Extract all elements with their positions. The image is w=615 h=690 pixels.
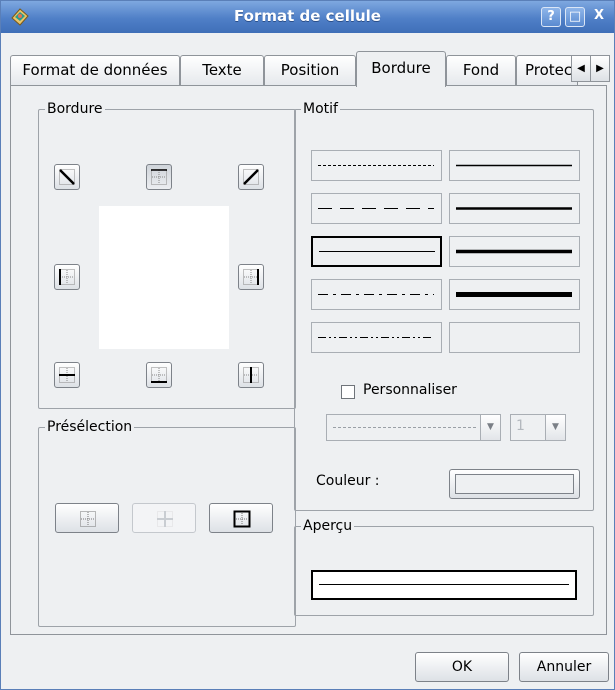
line-style-preview: [319, 251, 435, 252]
border-preview: [311, 570, 577, 600]
tab-scroll-arrows: ◀ ▶: [571, 55, 611, 82]
ok-button[interactable]: OK: [415, 652, 509, 682]
top-border-button[interactable]: [146, 164, 172, 190]
cancel-button-label: Annuler: [536, 659, 592, 675]
color-picker-button[interactable]: [449, 469, 580, 499]
top-border-icon: [151, 169, 167, 185]
tab-position[interactable]: Position: [264, 55, 356, 86]
preset-inner-button[interactable]: [132, 503, 196, 533]
vertical-inner-border-button[interactable]: [238, 362, 264, 388]
border-preview-area[interactable]: [99, 206, 229, 349]
left-border-icon: [59, 269, 75, 285]
bordure-panel: Bordure Présélection Motif Personnaliser…: [10, 85, 607, 635]
right-border-button[interactable]: [238, 264, 264, 290]
line-style-solid-1[interactable]: [449, 150, 580, 181]
custom-line-style-preview: [333, 427, 477, 428]
outline-border-icon: [233, 510, 251, 528]
title-bar[interactable]: Format de cellule ? □ X: [1, 1, 614, 33]
bottom-border-button[interactable]: [146, 362, 172, 388]
maximize-button[interactable]: □: [565, 7, 585, 27]
vertical-inner-border-icon: [243, 367, 259, 383]
line-style-empty[interactable]: [449, 322, 580, 353]
custom-line-style-combo[interactable]: ▼: [326, 414, 501, 441]
right-border-icon: [243, 269, 259, 285]
window-title: Format de cellule: [234, 7, 381, 25]
tab-label: Bordure: [371, 59, 431, 77]
line-style-solid-3[interactable]: [449, 236, 580, 267]
diagonal-up-border-button[interactable]: [238, 164, 264, 190]
close-button[interactable]: X: [589, 7, 609, 27]
tab-label: Fond: [462, 61, 500, 79]
line-style-dash-dot[interactable]: [311, 279, 442, 310]
horizontal-inner-border-button[interactable]: [54, 362, 80, 388]
left-border-button[interactable]: [54, 264, 80, 290]
color-swatch: [455, 474, 574, 494]
preset-group: Présélection: [38, 418, 296, 627]
line-style-solid-4[interactable]: [449, 279, 580, 310]
inner-border-icon: [157, 511, 173, 527]
preview-group-label: Aperçu: [301, 517, 355, 535]
custom-line-width-combo[interactable]: 1 ▼: [510, 414, 566, 441]
tab-texte[interactable]: Texte: [180, 55, 264, 86]
horizontal-inner-border-icon: [59, 367, 75, 383]
format-cell-dialog: Format de cellule ? □ X Format de donnée…: [0, 0, 615, 690]
tab-bordure[interactable]: Bordure: [356, 51, 446, 87]
customize-checkbox[interactable]: [341, 385, 355, 399]
chevron-down-icon[interactable]: ▼: [480, 415, 500, 440]
help-button[interactable]: ?: [541, 7, 561, 27]
bottom-border-icon: [151, 367, 167, 383]
tab-format-donnees[interactable]: Format de données: [10, 55, 180, 86]
tab-label: Format de données: [22, 61, 168, 79]
line-style-preview: [318, 208, 434, 209]
preset-none-button[interactable]: [55, 503, 119, 533]
cancel-button[interactable]: Annuler: [519, 652, 609, 682]
line-style-solid-2[interactable]: [449, 193, 580, 224]
diagonal-up-icon: [243, 169, 259, 185]
diagonal-down-icon: [59, 169, 75, 185]
custom-line-width-value: 1: [516, 418, 525, 434]
tab-protection[interactable]: Protec: [516, 55, 578, 86]
diagonal-down-border-button[interactable]: [54, 164, 80, 190]
line-style-dashed[interactable]: [311, 193, 442, 224]
preset-outline-button[interactable]: [209, 503, 273, 533]
line-style-preview: [318, 337, 434, 338]
line-style-preview: [456, 164, 572, 167]
tab-scroll-right-icon[interactable]: ▶: [590, 55, 610, 82]
preview-group: Aperçu: [294, 517, 594, 616]
line-style-preview: [456, 249, 572, 254]
line-style-preview: [456, 207, 572, 210]
pattern-group-label: Motif: [301, 100, 340, 118]
chevron-down-icon[interactable]: ▼: [545, 415, 565, 440]
line-style-dash-dot-dot[interactable]: [311, 322, 442, 353]
tab-scroll-left-icon[interactable]: ◀: [571, 55, 591, 82]
line-style-dotted-fine[interactable]: [311, 150, 442, 181]
border-preview-line: [319, 584, 569, 585]
tab-label: Position: [280, 61, 340, 79]
customize-label: Personnaliser: [363, 382, 457, 398]
no-border-icon: [80, 511, 96, 527]
tab-fond[interactable]: Fond: [446, 55, 516, 86]
line-style-solid-thin[interactable]: [311, 236, 442, 267]
tab-label: Texte: [202, 61, 242, 79]
line-style-preview: [456, 292, 572, 297]
ok-button-label: OK: [451, 659, 473, 675]
tab-label: Protec: [525, 61, 573, 79]
tab-bar: Format de données Texte Position Bordure…: [10, 51, 586, 87]
color-label: Couleur :: [316, 473, 380, 489]
preset-group-label: Présélection: [45, 418, 135, 436]
border-group-label: Bordure: [45, 100, 105, 118]
line-style-preview: [318, 294, 434, 295]
line-style-preview: [318, 165, 434, 166]
